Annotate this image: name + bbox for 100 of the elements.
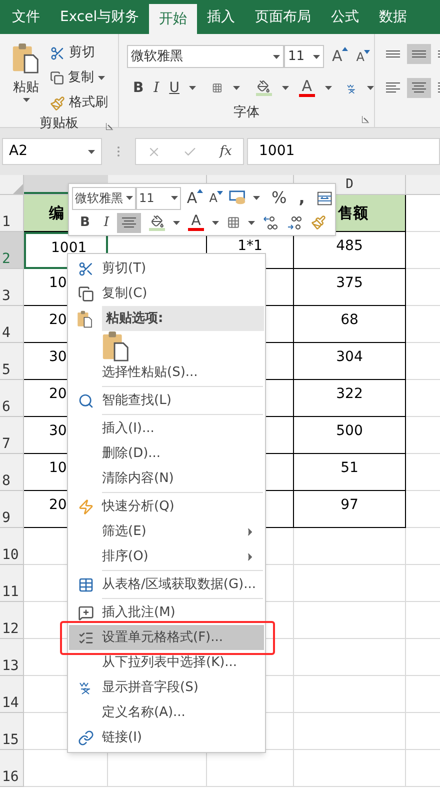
menu-item[interactable]: 设置单元格格式(F)... bbox=[69, 625, 264, 650]
caret-icon bbox=[173, 220, 180, 225]
italic-button[interactable]: I bbox=[104, 213, 110, 232]
up-triangle-icon bbox=[342, 47, 348, 52]
row-header[interactable]: 2 bbox=[0, 232, 24, 269]
up-triangle-icon bbox=[197, 189, 204, 193]
caret-icon bbox=[189, 86, 196, 90]
center-align-button[interactable] bbox=[117, 212, 142, 233]
font-color-button[interactable]: A bbox=[188, 214, 204, 232]
table-cell: 375 bbox=[294, 269, 406, 306]
row-header[interactable]: 13 bbox=[0, 639, 24, 676]
row-header[interactable]: 1 bbox=[0, 195, 24, 232]
function-button[interactable]: fx bbox=[220, 142, 232, 162]
name-box[interactable]: A2 bbox=[2, 138, 102, 165]
ribbon-tab[interactable]: 开始 bbox=[149, 4, 198, 34]
row-header[interactable]: 16 bbox=[0, 750, 24, 787]
scissors-icon bbox=[78, 260, 94, 276]
formula-input[interactable]: 1001 bbox=[247, 138, 440, 165]
shrink-font-button[interactable]: A bbox=[209, 189, 218, 208]
row-header[interactable]: 6 bbox=[0, 380, 24, 417]
ribbon-tab[interactable]: 插入 bbox=[197, 0, 246, 34]
format-painter-button[interactable]: 格式刷 bbox=[50, 92, 108, 114]
launcher-icon[interactable] bbox=[106, 122, 113, 130]
cut-button[interactable]: 剪切 bbox=[50, 42, 108, 64]
font-name-field[interactable]: 微软雅黑 bbox=[72, 186, 136, 210]
fill-color-button[interactable] bbox=[149, 214, 166, 231]
menu-item[interactable]: 显示拼音字段(S) bbox=[69, 675, 264, 700]
row-header[interactable]: 10 bbox=[0, 528, 24, 565]
table-cell: 51 bbox=[294, 454, 406, 491]
shrink-font-button[interactable]: A bbox=[356, 48, 364, 66]
percent-button[interactable]: % bbox=[272, 186, 287, 210]
menu-item[interactable]: 排序(O) bbox=[69, 544, 264, 569]
caret-icon bbox=[313, 54, 320, 58]
paste-button[interactable]: 粘贴 bbox=[10, 42, 42, 114]
decimal-decrease-icon[interactable] bbox=[287, 216, 304, 230]
ribbon-tab[interactable]: 数据 bbox=[369, 0, 418, 34]
table-icon bbox=[78, 576, 94, 592]
table-cell: 68 bbox=[294, 306, 406, 343]
menu-item[interactable]: 链接(I) bbox=[69, 725, 264, 750]
menu-item[interactable]: 插入批注(M) bbox=[69, 600, 264, 625]
ribbon-tab[interactable]: 文件 bbox=[2, 0, 50, 34]
border-icon bbox=[212, 81, 223, 95]
underline-button[interactable]: U bbox=[169, 78, 180, 98]
font-size-field[interactable]: 11 bbox=[136, 186, 181, 210]
group-label: 剪贴板 bbox=[40, 115, 78, 133]
caret-icon bbox=[282, 86, 289, 90]
caret-icon bbox=[98, 76, 105, 80]
decimal-increase-icon[interactable] bbox=[263, 216, 280, 230]
menu-item[interactable]: 从下拉列表中选择(K)... bbox=[69, 650, 264, 675]
row-header[interactable]: 11 bbox=[0, 565, 24, 602]
clipboard-icon bbox=[76, 310, 94, 328]
group-label: 字体 bbox=[234, 104, 260, 122]
down-triangle-icon bbox=[217, 191, 224, 196]
align-icon bbox=[411, 48, 427, 60]
bold-button[interactable]: B bbox=[133, 78, 144, 98]
row-header[interactable]: 12 bbox=[0, 602, 24, 639]
ribbon-tab[interactable]: Excel与财务 bbox=[50, 0, 150, 34]
launcher-icon[interactable] bbox=[362, 116, 369, 123]
font-color-button[interactable]: A bbox=[298, 79, 315, 97]
row-header[interactable]: 9 bbox=[0, 491, 24, 528]
clipboard-icon bbox=[101, 330, 131, 362]
menu-item[interactable]: 定义名称(A)... bbox=[69, 700, 264, 725]
caret-icon bbox=[248, 220, 256, 225]
row-header[interactable]: 7 bbox=[0, 417, 24, 454]
caret-icon bbox=[273, 54, 280, 58]
row-header[interactable]: 8 bbox=[0, 454, 24, 491]
row-header[interactable]: 4 bbox=[0, 306, 24, 343]
list-icon bbox=[78, 630, 94, 646]
caret-icon bbox=[232, 86, 240, 90]
clipboard-icon bbox=[11, 42, 41, 74]
row-header[interactable]: 5 bbox=[0, 343, 24, 380]
align-icon bbox=[121, 216, 138, 229]
wrap-icon[interactable] bbox=[316, 190, 332, 206]
row-header[interactable]: 14 bbox=[0, 676, 24, 713]
comment-icon bbox=[78, 604, 94, 620]
menu-section-header: 粘贴选项: bbox=[102, 306, 264, 331]
scissors-icon bbox=[50, 46, 65, 60]
paintbrush-icon bbox=[311, 215, 326, 230]
grow-font-button[interactable]: A bbox=[186, 187, 198, 210]
ribbon-tab[interactable]: 页面布局 bbox=[245, 0, 322, 34]
table-cell: 97 bbox=[294, 491, 406, 528]
table-cell: 322 bbox=[294, 380, 406, 417]
caret-icon bbox=[367, 86, 374, 90]
fill-color-button[interactable] bbox=[256, 80, 272, 96]
grow-font-button[interactable]: A bbox=[332, 45, 342, 68]
table-cell: 304 bbox=[294, 343, 406, 380]
border-icon bbox=[227, 216, 240, 230]
font-name-field[interactable]: 微软雅黑 bbox=[127, 45, 284, 68]
bold-button[interactable]: B bbox=[80, 213, 90, 232]
italic-button[interactable]: I bbox=[154, 78, 160, 98]
row-header[interactable]: 3 bbox=[0, 269, 24, 306]
menu-item[interactable]: 从表格/区域获取数据(G)... bbox=[69, 572, 264, 597]
caret-icon bbox=[22, 98, 30, 102]
ribbon-tab[interactable]: 公式 bbox=[321, 0, 370, 34]
money-icon[interactable] bbox=[229, 190, 247, 206]
link-icon bbox=[78, 730, 94, 746]
row-header[interactable]: 15 bbox=[0, 713, 24, 750]
copy-button[interactable]: 复制 bbox=[50, 67, 108, 89]
font-size-field[interactable]: 11 bbox=[284, 45, 324, 68]
phonetic-icon bbox=[78, 680, 93, 695]
